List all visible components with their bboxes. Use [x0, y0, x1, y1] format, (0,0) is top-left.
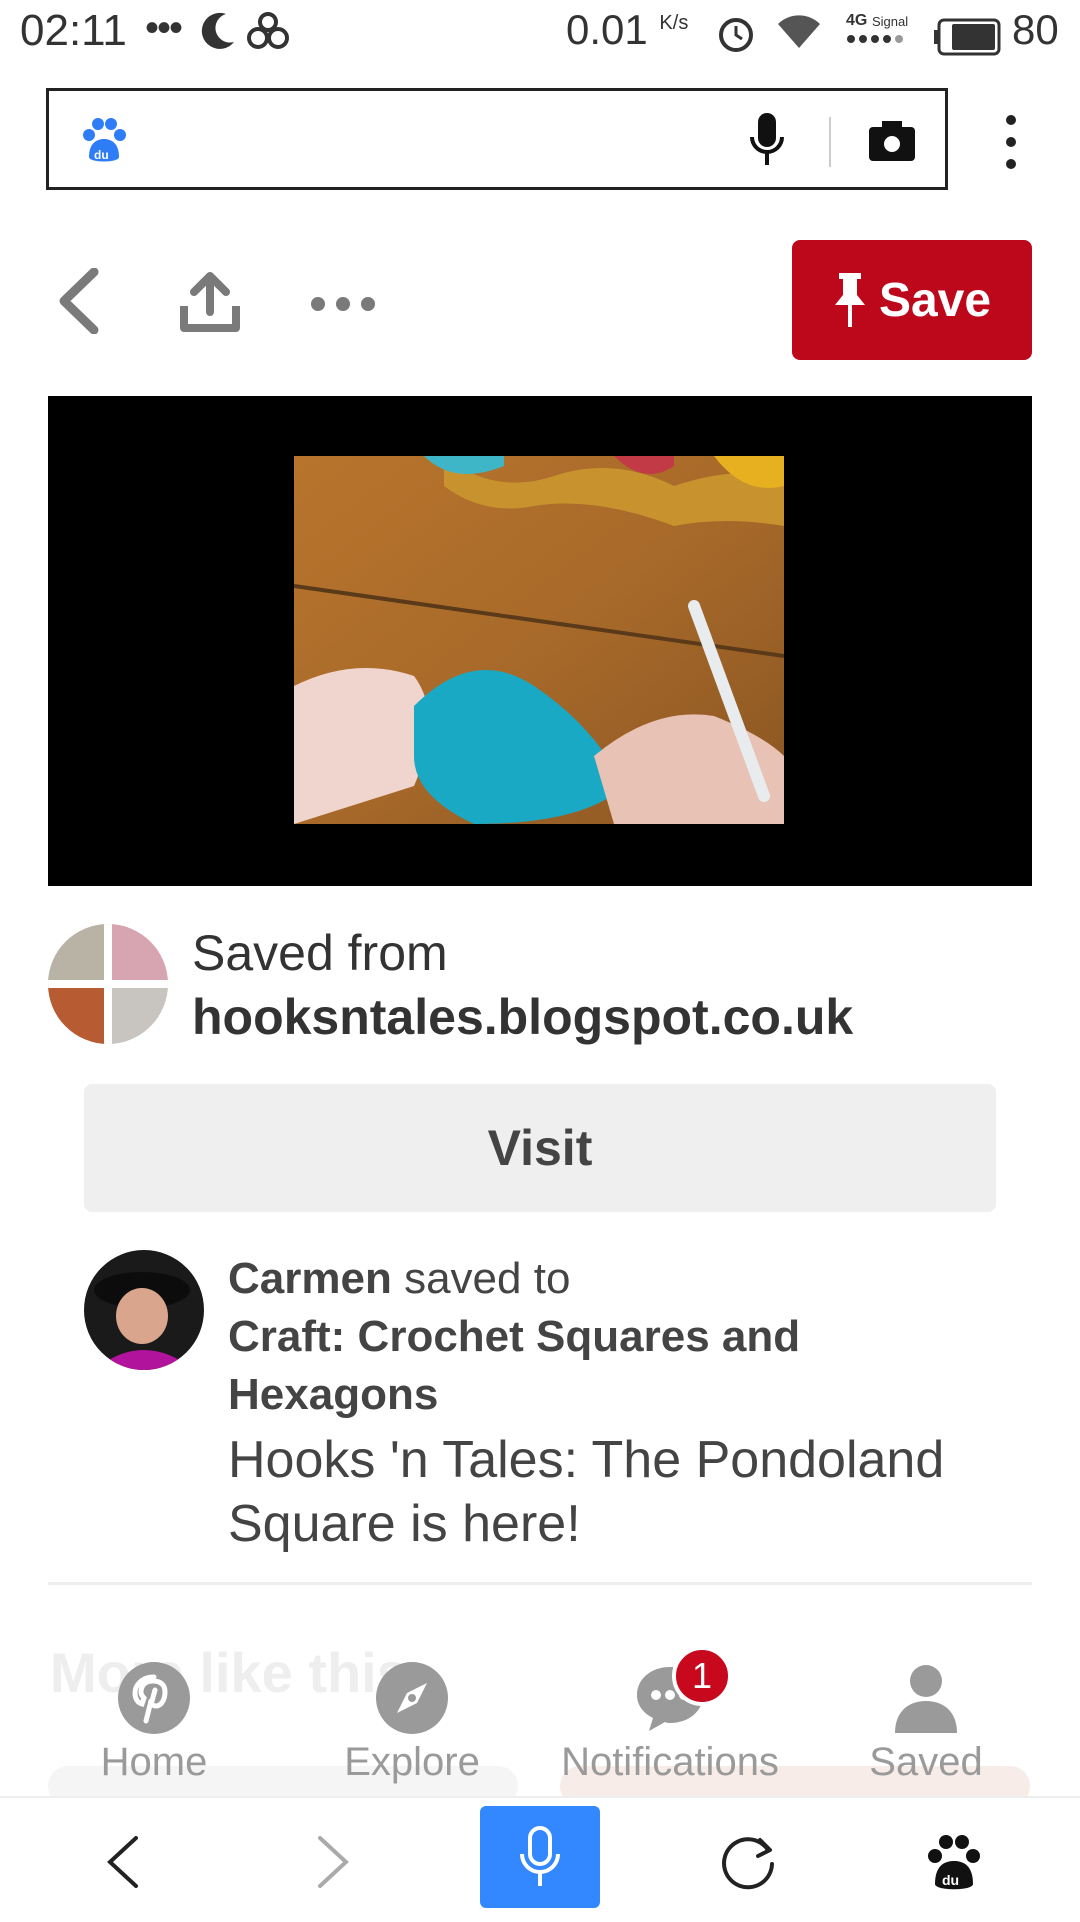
notification-badge: 1: [672, 1646, 732, 1706]
signal-label: Signal: [872, 14, 909, 29]
tab-home-label: Home: [100, 1740, 208, 1784]
save-button[interactable]: Save: [792, 240, 1032, 360]
pinner-name[interactable]: Carmen: [228, 1254, 392, 1303]
save-button-label: Save: [878, 273, 992, 327]
battery-level: 80: [1012, 6, 1059, 53]
pinner-avatar[interactable]: [84, 1250, 204, 1370]
moon-icon: [201, 12, 234, 49]
tab-notifications-label: Notifications: [561, 1740, 779, 1784]
pushpin-icon: [834, 273, 865, 327]
status-bar: 02:11 ••• 0.01 K/s 4G Signal 80: [0, 0, 1080, 70]
svg-text:du: du: [942, 1872, 959, 1888]
visit-button-label: Visit: [487, 1120, 593, 1176]
tab-saved-label: Saved: [869, 1740, 983, 1784]
crochet-video-frame: [294, 456, 784, 824]
network-speed: 0.01 K/s: [566, 6, 689, 53]
tab-explore-label: Explore: [344, 1740, 480, 1784]
baidu-home-icon[interactable]: du: [926, 1834, 982, 1892]
board-name[interactable]: Craft: Crochet Squares and Hexagons: [228, 1308, 1008, 1424]
more-options-icon[interactable]: [310, 296, 376, 312]
network-type: 4G: [846, 12, 868, 29]
search-input[interactable]: [159, 111, 723, 169]
pinner-line: Carmen saved to: [228, 1250, 1008, 1308]
browser-search-bar[interactable]: du: [46, 88, 948, 190]
tab-home[interactable]: Home: [44, 1660, 264, 1785]
overflow-menu-icon[interactable]: [996, 112, 1026, 172]
search-divider: [829, 117, 831, 167]
pin-description: Hooks 'n Tales: The Pondoland Square is …: [228, 1431, 945, 1553]
browser-forward-icon[interactable]: [316, 1834, 352, 1890]
source-avatar[interactable]: [48, 924, 168, 1044]
divider: [48, 1582, 1032, 1585]
visit-button[interactable]: Visit: [84, 1084, 996, 1212]
microphone-icon[interactable]: [749, 113, 785, 171]
saved-from-label: Saved from: [192, 925, 448, 981]
pin-video-player[interactable]: [48, 396, 1032, 886]
person-icon: [895, 1665, 957, 1733]
alarm-icon: [719, 18, 753, 52]
saved-to-label: saved to: [404, 1254, 571, 1303]
status-more-indicator: •••: [145, 6, 183, 50]
wifi-icon: [778, 15, 820, 48]
source-domain-link[interactable]: hooksntales.blogspot.co.uk: [192, 988, 853, 1046]
tab-notifications[interactable]: Notifications: [560, 1660, 780, 1785]
tab-explore[interactable]: Explore: [302, 1660, 522, 1785]
pin-details: Carmen saved to Craft: Crochet Squares a…: [228, 1250, 1008, 1556]
voice-search-button[interactable]: [480, 1806, 600, 1908]
pinterest-icon: [118, 1662, 190, 1734]
refresh-icon[interactable]: [720, 1834, 776, 1890]
back-icon[interactable]: [56, 268, 100, 334]
signal-icon: [847, 35, 903, 43]
microphone-icon: [520, 1826, 560, 1886]
browser-back-icon[interactable]: [104, 1834, 140, 1890]
baidu-logo-icon: du: [83, 118, 126, 162]
tab-saved[interactable]: Saved: [816, 1660, 1036, 1785]
status-time: 02:11: [20, 6, 127, 55]
camera-icon[interactable]: [867, 119, 917, 163]
compass-icon: [376, 1662, 448, 1734]
battery-icon: [934, 18, 1001, 56]
svg-text:du: du: [94, 148, 109, 162]
share-icon[interactable]: [180, 272, 240, 334]
link-icon: [247, 12, 289, 49]
